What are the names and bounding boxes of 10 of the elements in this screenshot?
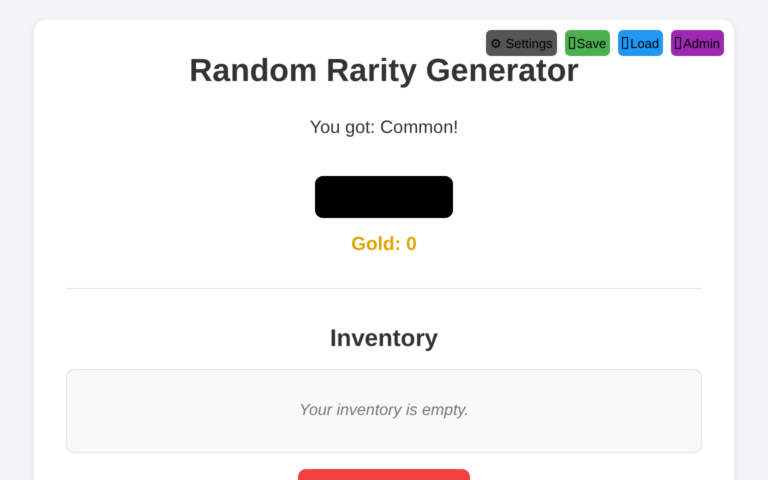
missing-glyph-icon <box>675 37 682 49</box>
currency-counter: Gold: 0 <box>351 234 417 256</box>
empty-message: Your inventory is empty. <box>299 402 469 420</box>
inventory-heading: Inventory <box>330 325 438 353</box>
roll-button[interactable] <box>315 176 453 218</box>
toolbar-button[interactable]: Load <box>618 30 664 56</box>
result-text: You got: Common! <box>310 117 458 138</box>
missing-glyph-icon <box>622 37 628 49</box>
missing-glyph-icon <box>568 37 575 49</box>
toolbar-button[interactable]: Save <box>564 30 610 56</box>
